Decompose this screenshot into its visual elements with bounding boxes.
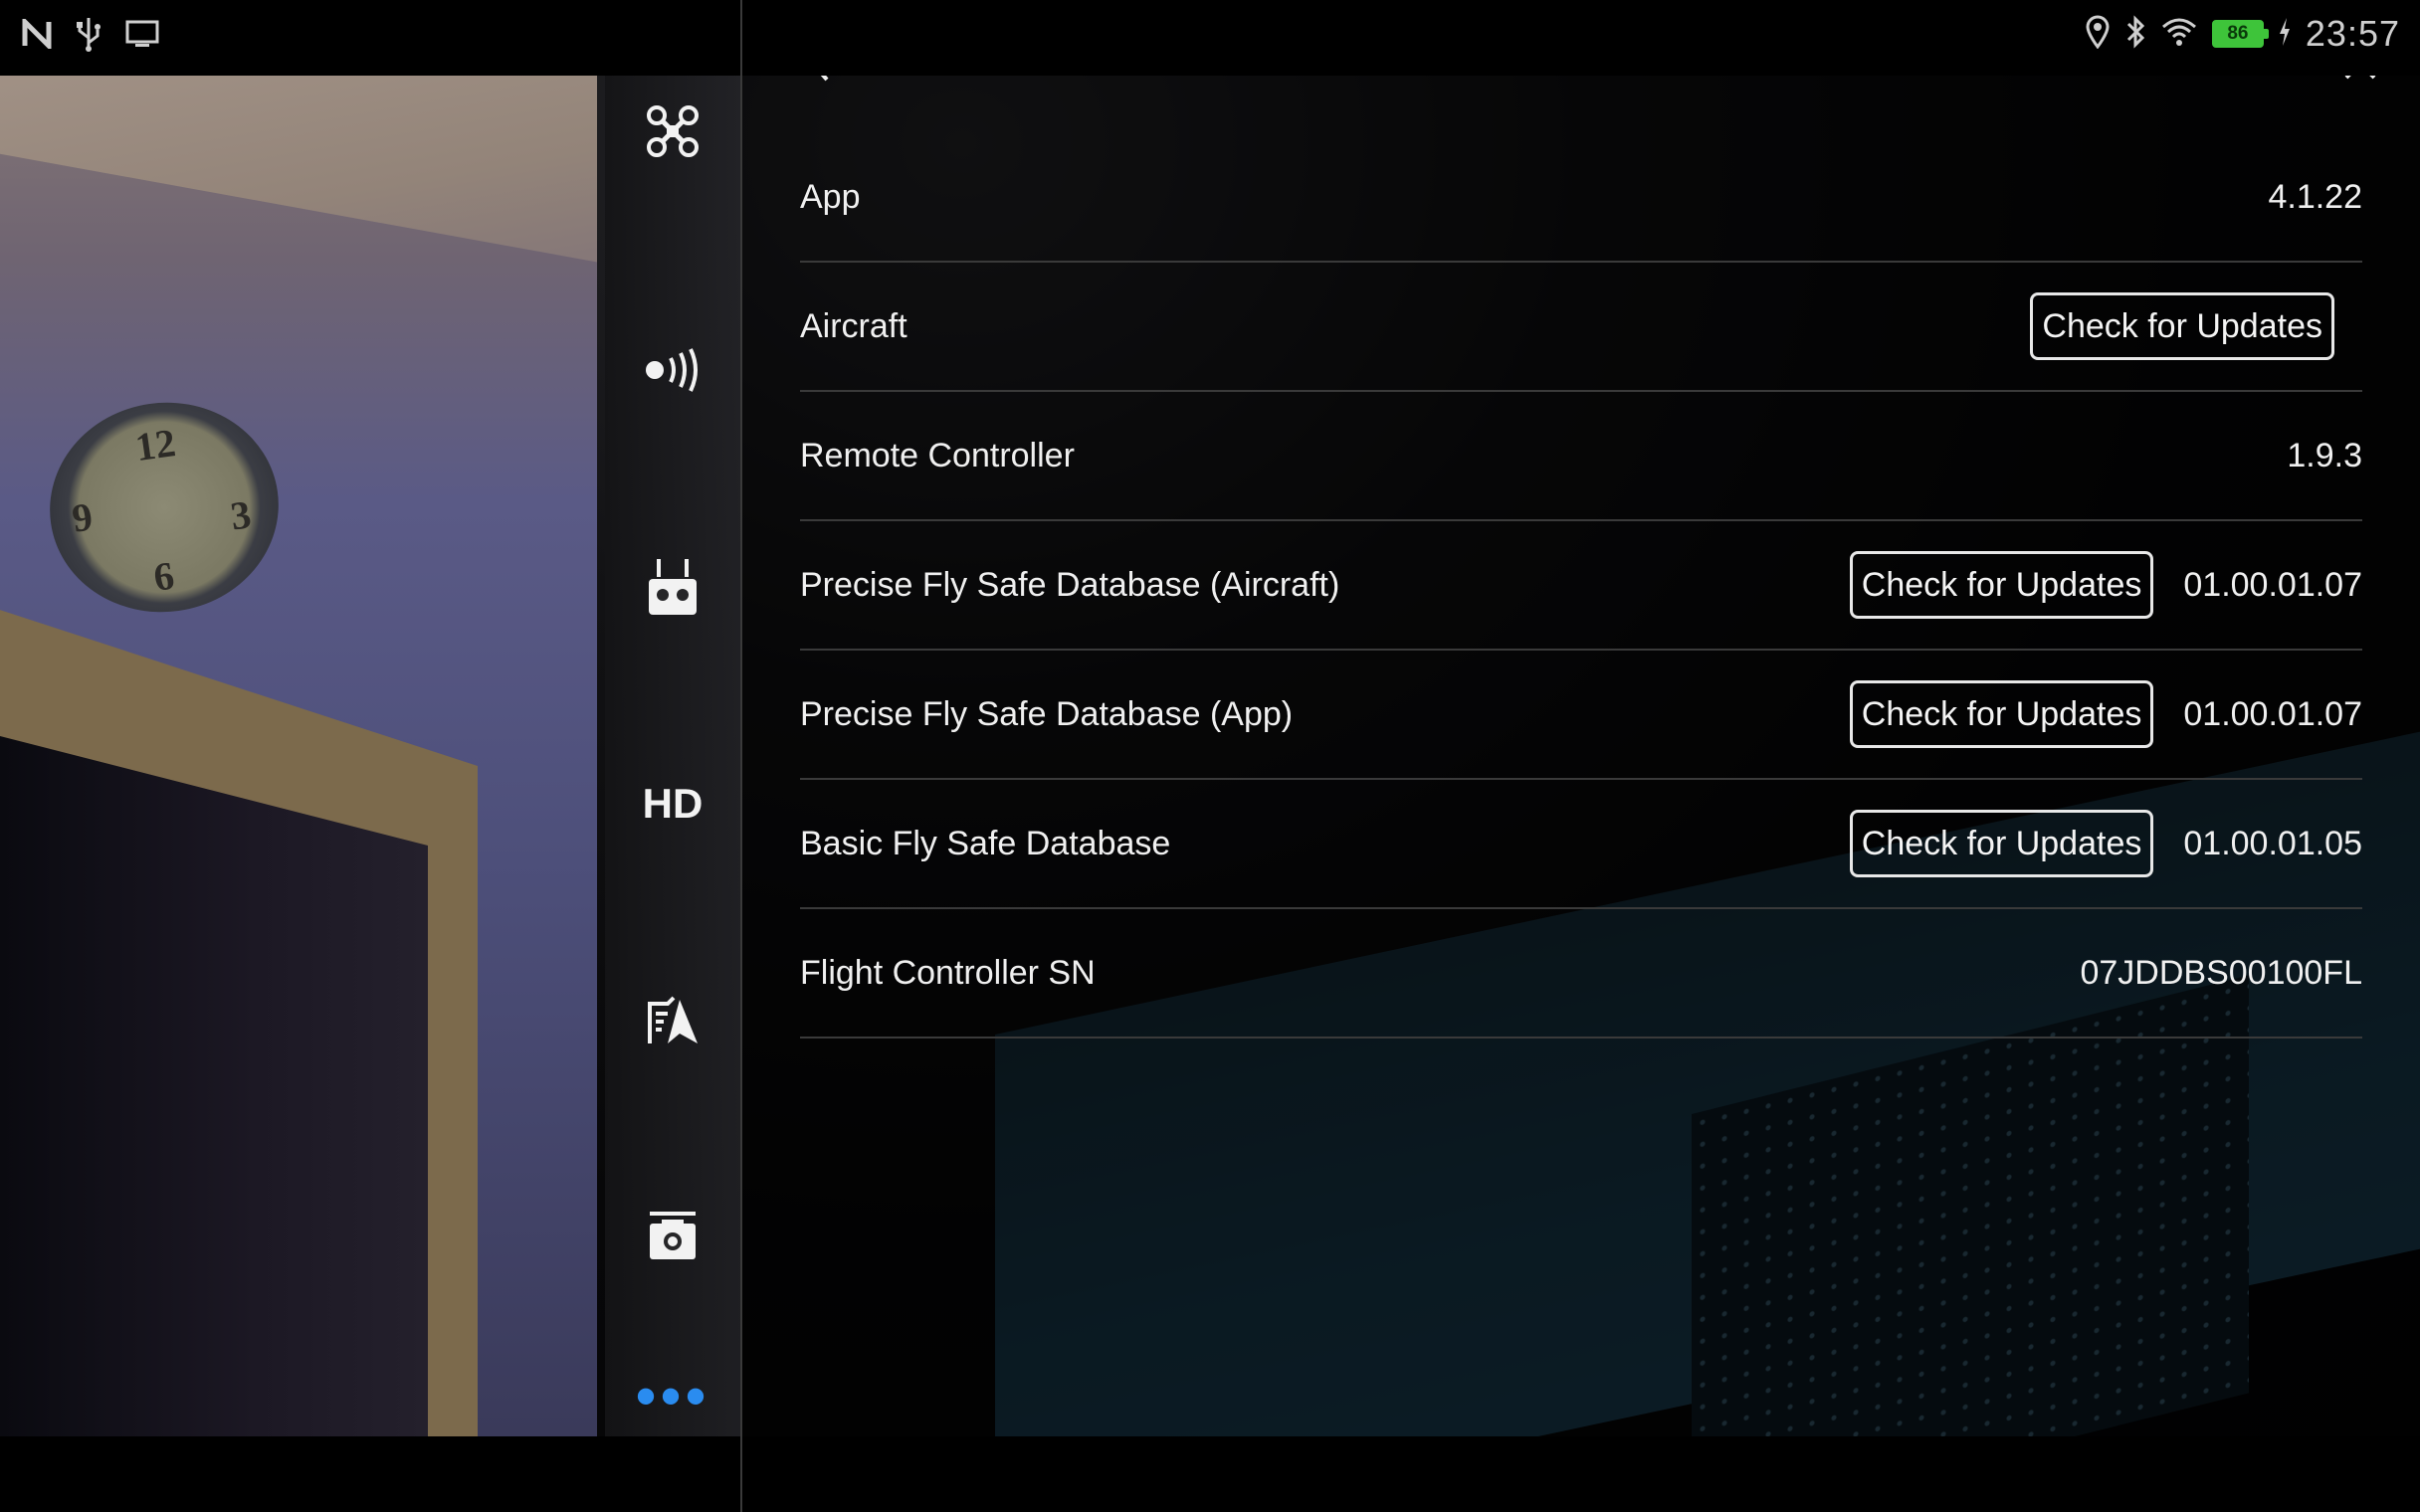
n-notification-icon (22, 15, 52, 54)
row-label: Flight Controller SN (800, 953, 1096, 992)
camera-doorway (0, 736, 428, 1436)
row-flight-controller-sn: Flight Controller SN 07JDDBS00100FL (800, 909, 2362, 1039)
toolbar-signal-settings[interactable] (605, 322, 740, 422)
row-label: App (800, 177, 861, 216)
row-basic-fly-safe: Basic Fly Safe Database Check for Update… (800, 780, 2362, 909)
row-right: Check for Updates 01.00.01.07 (1849, 551, 2362, 619)
row-right: 1.9.3 (2287, 437, 2362, 475)
toolbar-remote-controller-settings[interactable] (605, 539, 740, 639)
toolbar-aircraft-settings[interactable] (605, 84, 740, 183)
status-bar-left (22, 15, 159, 57)
about-panel: About App 4.1.22 Aircraft Check for Upda… (740, 0, 2420, 1436)
usb-icon (76, 16, 101, 57)
camera-icon (648, 1210, 698, 1266)
row-right: Check for Updates 01.00.01.05 (1849, 810, 2362, 877)
status-bar-right: 86 23:57 (2085, 12, 2400, 56)
toolbar-hd-transmission[interactable]: HD (605, 754, 740, 853)
clock-number-9: 9 (69, 493, 96, 541)
drone-icon (645, 103, 701, 164)
navigation-bar (0, 1436, 2420, 1512)
clock-number-3: 3 (227, 491, 254, 539)
remote-controller-icon (647, 557, 699, 622)
row-precise-fly-safe-aircraft: Precise Fly Safe Database (Aircraft) Che… (800, 521, 2362, 651)
row-label: Aircraft (800, 306, 908, 345)
row-right: Check for Updates (2030, 292, 2334, 360)
row-label: Remote Controller (800, 436, 1075, 474)
row-label: Precise Fly Safe Database (Aircraft) (800, 565, 1340, 604)
row-precise-fly-safe-app: Precise Fly Safe Database (App) Check fo… (800, 651, 2362, 780)
screen-cast-icon (125, 19, 159, 54)
bluetooth-icon (2124, 14, 2146, 54)
status-bar: 86 23:57 (0, 0, 2420, 76)
dji-go-screen: 12 9 3 6 86 23:57 HD ••• App 4.1.22 Airc… (0, 0, 2420, 1512)
app-version: 4.1.22 (2268, 177, 2362, 216)
charging-icon (2278, 17, 2292, 52)
battery-icon: 86 (2211, 20, 2269, 48)
battery-flight-icon (646, 996, 700, 1050)
row-right: 07JDDBS00100FL (2080, 954, 2362, 993)
basic-db-version: 01.00.01.05 (2183, 824, 2362, 862)
about-list: App 4.1.22 Aircraft Check for Updates Re… (800, 133, 2362, 1039)
status-time: 23:57 (2305, 13, 2400, 54)
row-app: App 4.1.22 (800, 133, 2362, 263)
clock-number-12: 12 (132, 420, 179, 471)
precise-app-db-version: 01.00.01.07 (2183, 694, 2362, 733)
precise-app-check-updates-button[interactable]: Check for Updates (1849, 680, 2154, 748)
wifi-icon (2160, 17, 2198, 52)
row-label: Basic Fly Safe Database (800, 824, 1171, 862)
row-remote-controller: Remote Controller 1.9.3 (800, 392, 2362, 521)
aircraft-check-updates-button[interactable]: Check for Updates (2030, 292, 2334, 360)
basic-db-check-updates-button[interactable]: Check for Updates (1849, 810, 2154, 877)
panel-divider (740, 0, 742, 1512)
precise-aircraft-check-updates-button[interactable]: Check for Updates (1849, 551, 2154, 619)
precise-aircraft-db-version: 01.00.01.07 (2183, 565, 2362, 604)
row-aircraft: Aircraft Check for Updates (800, 263, 2362, 392)
clock-number-6: 6 (150, 552, 177, 600)
signal-icon (643, 347, 703, 397)
location-icon (2085, 15, 2111, 54)
toolbar-more-settings[interactable]: ••• (605, 1347, 740, 1446)
row-right: 4.1.22 (2268, 178, 2362, 217)
remote-controller-version: 1.9.3 (2287, 436, 2362, 474)
toolbar-camera-settings[interactable] (605, 1188, 740, 1287)
row-label: Precise Fly Safe Database (App) (800, 694, 1294, 733)
settings-side-toolbar: HD ••• (605, 76, 740, 1436)
toolbar-battery-settings[interactable] (605, 973, 740, 1072)
row-right: Check for Updates 01.00.01.07 (1849, 680, 2362, 748)
flight-controller-serial: 07JDDBS00100FL (2080, 953, 2362, 992)
